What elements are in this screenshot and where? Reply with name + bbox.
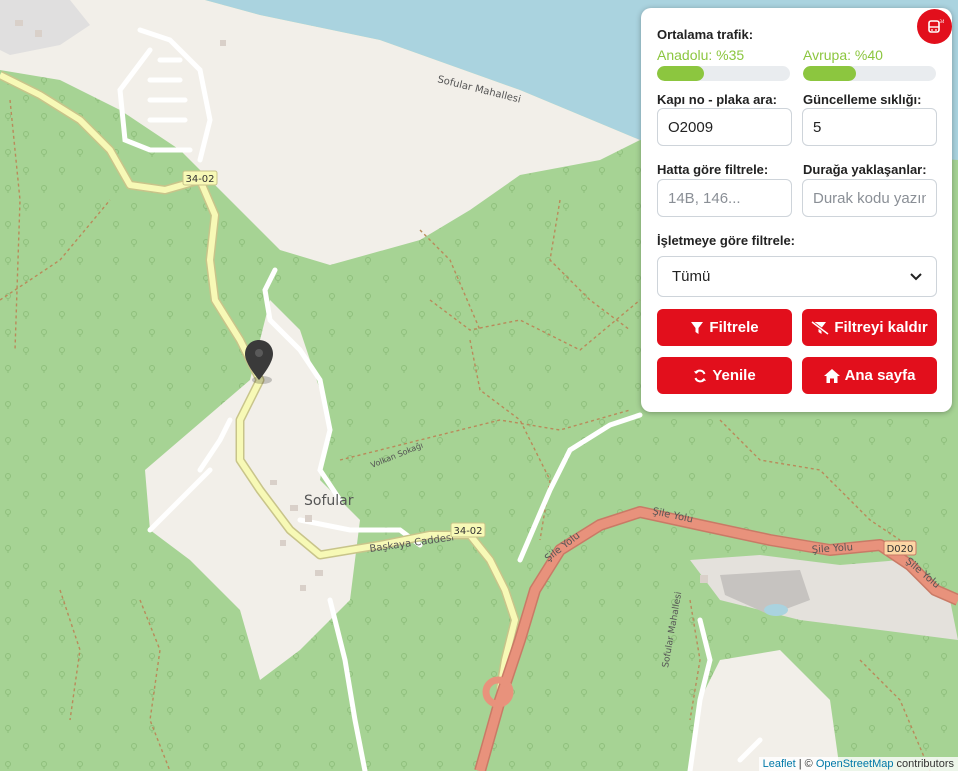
line-filter-input[interactable]	[657, 179, 792, 217]
avrupa-traffic-label: Avrupa: %40	[803, 47, 883, 63]
avrupa-traffic-fill	[803, 66, 857, 81]
road-badge-text: 34-02	[453, 526, 482, 537]
home-icon	[823, 368, 840, 383]
pond	[764, 604, 788, 616]
clear-filter-button[interactable]: Filtreyi kaldır	[802, 309, 937, 346]
door-search-input[interactable]	[657, 108, 792, 146]
anadolu-traffic-bar	[657, 66, 790, 81]
operator-select[interactable]: Tümü	[657, 256, 937, 297]
anadolu-traffic-label: Anadolu: %35	[657, 47, 745, 63]
road-badge-d020: D020	[883, 540, 917, 556]
refresh-icon	[694, 369, 707, 382]
road-badge-34-02-a: 34-02	[182, 170, 218, 186]
stop-approach-label: Durağa yaklaşanlar:	[803, 162, 927, 177]
osm-link[interactable]: OpenStreetMap	[816, 758, 894, 770]
operator-filter-label: İşletmeye göre filtrele:	[657, 233, 795, 248]
filter-button[interactable]: Filtrele	[657, 309, 792, 346]
refresh-button-label: Yenile	[712, 367, 756, 384]
refresh-interval-input[interactable]	[802, 108, 937, 146]
road-badge-text: 34-02	[185, 174, 214, 185]
line-filter-label: Hatta göre filtrele:	[657, 162, 769, 177]
traffic-title: Ortalama trafik:	[657, 27, 754, 42]
attribution-contributors: contributors	[893, 758, 954, 770]
map-attribution: Leaflet | © OpenStreetMap contributors	[758, 757, 958, 771]
anadolu-traffic-fill	[657, 66, 704, 81]
place-label-sofular: Sofular	[304, 493, 354, 509]
door-search-label: Kapı no - plaka ara:	[657, 92, 777, 107]
funnel-icon	[691, 321, 704, 334]
home-button[interactable]: Ana sayfa	[802, 357, 937, 394]
attribution-separator: | ©	[795, 758, 816, 770]
filter-button-label: Filtrele	[709, 319, 759, 336]
avrupa-traffic-bar	[803, 66, 936, 81]
leaflet-link[interactable]: Leaflet	[763, 758, 796, 770]
road-badge-34-02-b: 34-02	[450, 522, 486, 538]
clear-filter-button-label: Filtreyi kaldır	[834, 319, 928, 336]
control-panel: Ortalama trafik: Anadolu: %35 Avrupa: %4…	[641, 8, 952, 412]
svg-text:34: 34	[939, 19, 944, 24]
home-button-label: Ana sayfa	[844, 367, 916, 384]
stop-code-input[interactable]	[802, 179, 937, 217]
operator-select-value: Tümü	[672, 268, 711, 285]
refresh-interval-label: Güncelleme sıklığı:	[803, 92, 922, 107]
bus-icon: 34	[927, 19, 944, 33]
bus-toggle-button[interactable]: 34	[917, 9, 952, 44]
chevron-down-icon	[910, 272, 922, 280]
road-badge-text: D020	[887, 544, 914, 555]
refresh-button[interactable]: Yenile	[657, 357, 792, 394]
funnel-slash-icon	[811, 320, 830, 335]
